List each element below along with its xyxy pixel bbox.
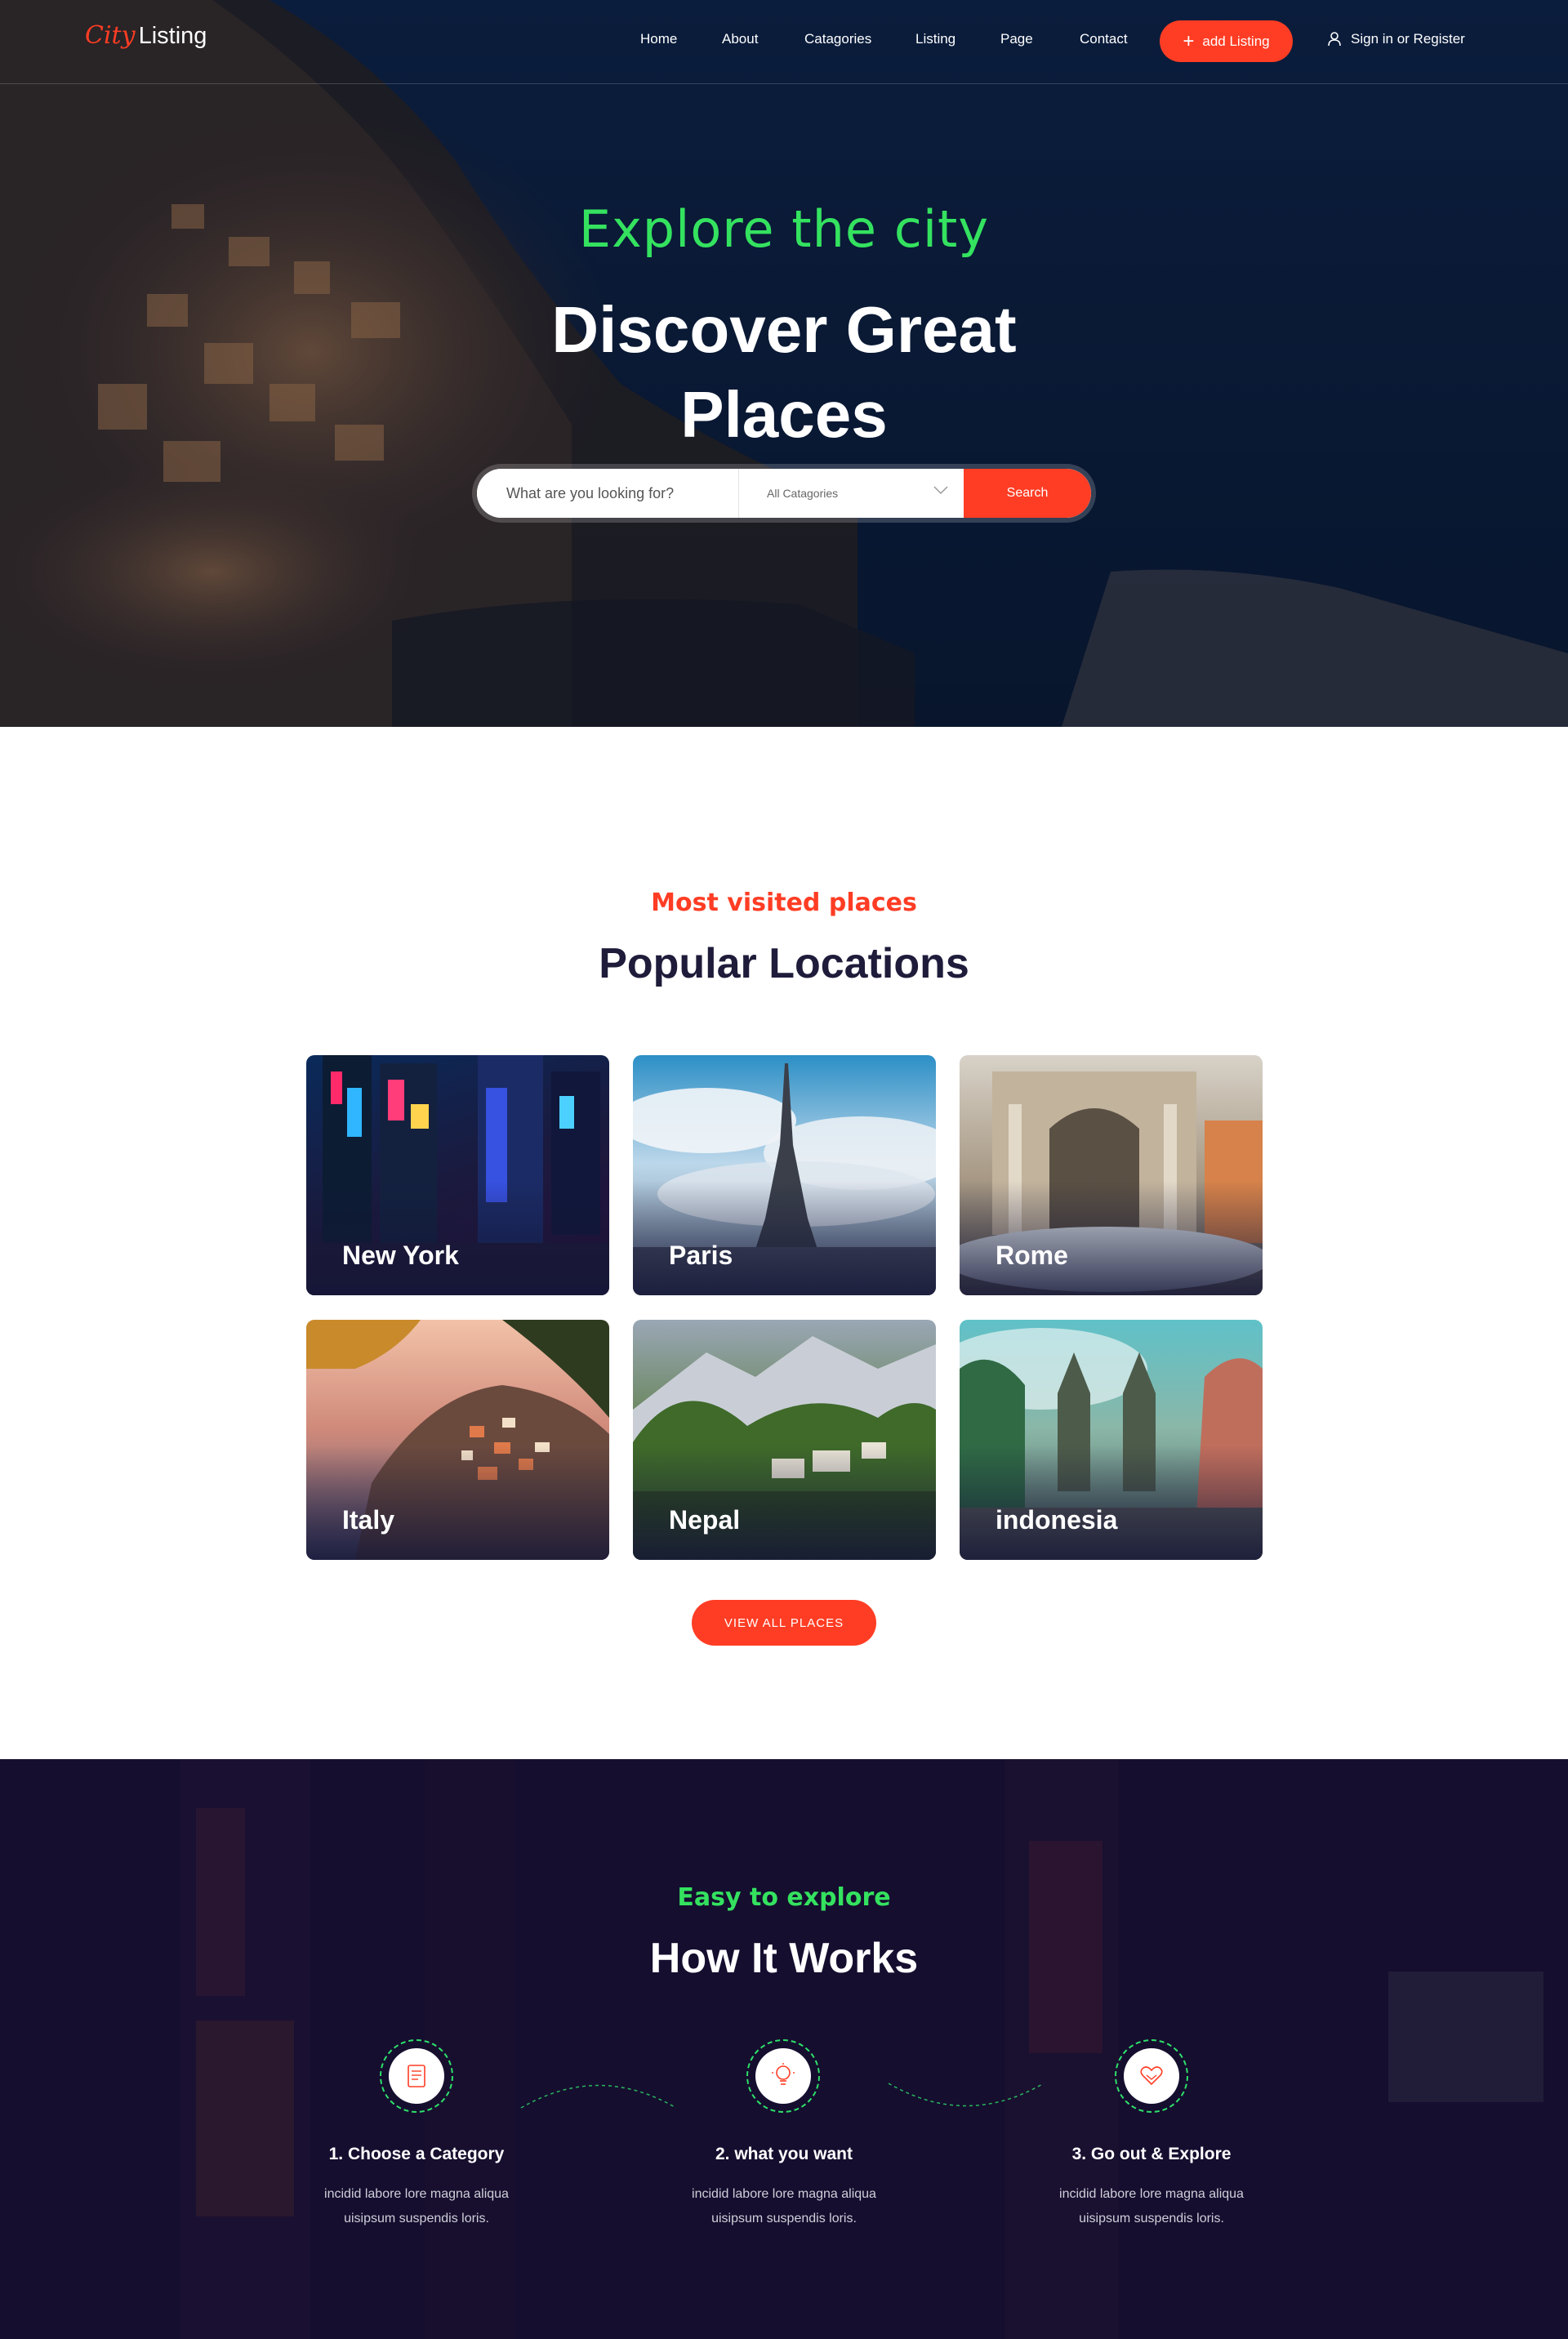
nav-home[interactable]: Home	[640, 31, 677, 47]
step-2-desc-line-2: uisipsum suspendis loris.	[711, 2212, 857, 2225]
how-script-heading: Easy to explore	[677, 1883, 891, 1912]
user-icon	[1328, 32, 1341, 47]
nav-listing[interactable]: Listing	[915, 31, 956, 47]
step-3-desc-line-2: uisipsum suspendis loris.	[1079, 2212, 1224, 2225]
popular-script-heading: Most visited places	[651, 889, 917, 917]
step-3-desc-line-1: incidid labore lore magna aliqua	[1059, 2187, 1244, 2201]
card-shade	[633, 1181, 936, 1295]
step-3-icon-circle	[1115, 2039, 1188, 2113]
card-label: indonesia	[996, 1505, 1118, 1535]
plus-icon: +	[1183, 29, 1195, 52]
hero-title: Discover Great Places	[551, 293, 1017, 451]
location-card-paris[interactable]: Paris	[633, 1055, 936, 1295]
location-card-new-york[interactable]: New York	[306, 1055, 609, 1295]
card-label: Italy	[342, 1505, 395, 1535]
logo-city-text: City	[85, 21, 136, 50]
card-label: Nepal	[669, 1505, 741, 1535]
document-icon	[408, 2065, 425, 2087]
step-3-title: 3. Go out & Explore	[1071, 2145, 1232, 2163]
step-1-title: 1. Choose a Category	[328, 2145, 505, 2163]
step-1-desc-line-2: uisipsum suspendis loris.	[344, 2212, 489, 2225]
card-label: New York	[342, 1241, 459, 1270]
card-shade	[960, 1181, 1263, 1295]
category-select-value: All Catagories	[767, 487, 839, 500]
nav-catagories[interactable]: Catagories	[804, 31, 871, 47]
search-button[interactable]: Search	[964, 469, 1091, 518]
nav-page[interactable]: Page	[1000, 31, 1033, 47]
search-bar: All Catagories Search	[472, 464, 1096, 523]
top-navigation: City Listing Home About Catagories Listi…	[0, 0, 1568, 84]
location-card-indonesia[interactable]: indonesia	[960, 1320, 1263, 1560]
card-shade	[633, 1446, 936, 1560]
card-label: Paris	[669, 1241, 733, 1270]
add-listing-label: add Listing	[1202, 33, 1270, 49]
sign-in-link[interactable]: Sign in or Register	[1328, 31, 1465, 47]
step-1-icon-circle	[380, 2039, 453, 2113]
card-shade	[306, 1181, 609, 1295]
step-2-desc-line-1: incidid labore lore magna aliqua	[692, 2187, 876, 2201]
step-connector-1	[520, 2084, 677, 2109]
hero-section: City Listing Home About Catagories Listi…	[0, 0, 1568, 727]
popular-title: Popular Locations	[599, 940, 969, 987]
handshake-heart-icon	[1140, 2066, 1163, 2086]
location-card-rome[interactable]: Rome	[960, 1055, 1263, 1295]
chevron-down-icon	[933, 486, 948, 495]
view-all-places-button[interactable]: VIEW ALL PLACES	[692, 1600, 876, 1646]
add-listing-button[interactable]: + add Listing	[1160, 20, 1293, 62]
hero-script-heading: Explore the city	[578, 199, 990, 259]
location-card-italy[interactable]: Italy	[306, 1320, 609, 1560]
how-it-works-section: Easy to explore How It Works 1. Choose a…	[0, 1759, 1568, 2339]
step-1-desc-line-1: incidid labore lore magna aliqua	[324, 2187, 509, 2201]
card-shade	[960, 1446, 1263, 1560]
nav-contact[interactable]: Contact	[1080, 31, 1128, 47]
search-input[interactable]	[477, 469, 738, 518]
card-shade	[306, 1446, 609, 1560]
card-label: Rome	[996, 1241, 1068, 1270]
step-2-title: 2. what you want	[715, 2145, 853, 2163]
step-connector-2	[888, 2083, 1045, 2107]
nav-about[interactable]: About	[722, 31, 758, 47]
lightbulb-icon	[772, 2063, 795, 2085]
step-2-icon-circle	[746, 2039, 820, 2113]
site-logo[interactable]: City Listing	[85, 21, 207, 50]
location-card-nepal[interactable]: Nepal	[633, 1320, 936, 1560]
sign-in-label: Sign in or Register	[1351, 31, 1465, 47]
category-select[interactable]: All Catagories	[739, 469, 968, 518]
how-title: How It Works	[649, 1935, 919, 1982]
logo-listing-text: Listing	[138, 23, 207, 49]
